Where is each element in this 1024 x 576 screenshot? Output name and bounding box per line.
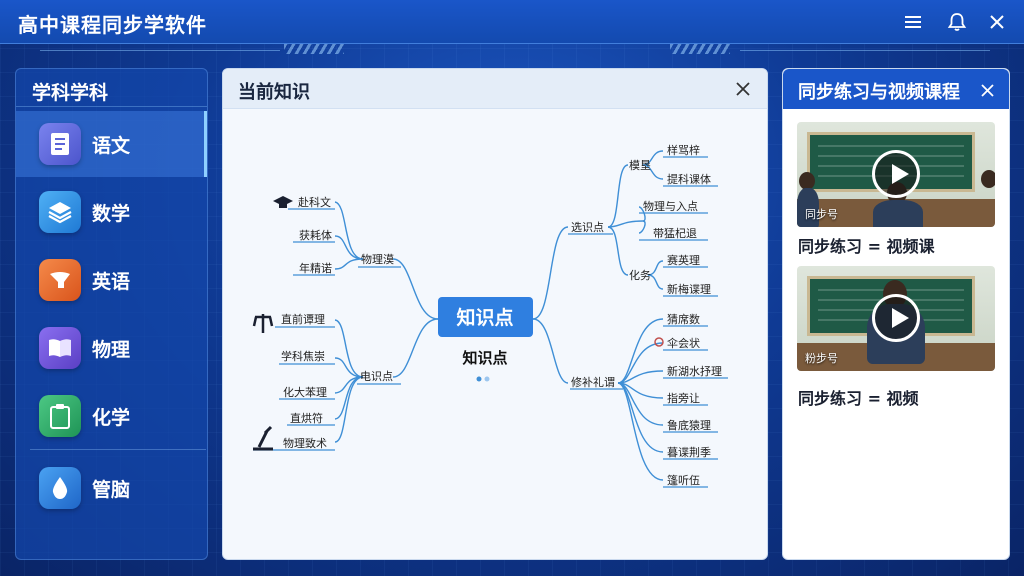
gear-icon <box>654 337 664 347</box>
subject-sidebar: 学科学科 语文 数学 英语 物理 化学 管脑 <box>15 68 208 560</box>
group-node[interactable]: 模垦 <box>629 159 651 172</box>
clipboard-icon <box>39 395 81 437</box>
video-tag: 粉步号 <box>805 352 838 365</box>
leaf-node[interactable]: 带猛杞退 <box>653 226 697 240</box>
notification-button[interactable] <box>944 9 970 35</box>
notebook-icon <box>39 123 81 165</box>
sidebar-item-physics[interactable]: 物理 <box>16 315 207 381</box>
graduation-cap-icon <box>273 196 293 208</box>
practice-header: 同步练习与视频课程 <box>783 69 1009 109</box>
leaf-node[interactable]: 鲁底猿理 <box>667 418 711 432</box>
sidebar-header: 学科学科 <box>16 69 207 107</box>
branch-node[interactable]: 物理漠 <box>361 252 394 266</box>
leaf-node[interactable]: 样骂梓 <box>667 143 700 157</box>
knowledge-title: 当前知识 <box>238 82 310 103</box>
leaf-node[interactable]: 直烘符 <box>290 411 323 425</box>
video-thumbnail[interactable]: 粉步号 <box>797 266 995 371</box>
menu-button[interactable] <box>900 9 926 35</box>
leaf-node[interactable]: 伞会状 <box>667 336 700 350</box>
center-caption: 知识点 <box>462 349 507 367</box>
close-practice-button[interactable] <box>981 82 994 101</box>
sidebar-item-english[interactable]: 英语 <box>16 247 207 313</box>
branch-node[interactable]: 电识点 <box>360 370 393 383</box>
leaf-node[interactable]: 指旁让 <box>667 391 700 405</box>
title-bar: 高中课程同步学软件 <box>0 0 1024 44</box>
close-knowledge-button[interactable] <box>736 81 750 100</box>
megaphone-icon <box>39 259 81 301</box>
leaf-node[interactable]: 猜席数 <box>667 312 700 326</box>
leaf-node[interactable]: 获耗体 <box>299 228 332 242</box>
open-book-icon <box>39 327 81 369</box>
app-window: 高中课程同步学软件 学科学科 语文 数学 英语 物理 化学 管脑 当前知识 知识… <box>0 0 1024 576</box>
practice-title: 同步练习与视频课程 <box>798 82 960 103</box>
close-icon <box>990 15 1004 29</box>
page-dot[interactable] <box>484 376 490 382</box>
leaf-node[interactable]: 新梅谍理 <box>667 282 711 296</box>
decor-line <box>740 50 990 51</box>
leaf-node[interactable]: 篷听伍 <box>667 473 700 487</box>
sidebar-item-math[interactable]: 数学 <box>16 179 207 245</box>
decor-stripes-left <box>284 44 344 54</box>
sidebar-item-label: 英语 <box>92 270 131 293</box>
water-drop-icon <box>39 467 81 509</box>
sidebar-item-label: 数学 <box>92 202 131 225</box>
video-tag: 同步号 <box>805 208 838 221</box>
knowledge-panel: 当前知识 知识点 知识点 物理漠 电识点 赴科文 获耗体 年精诺 直前谭理 学科… <box>222 68 768 560</box>
decor-stripes-right <box>670 44 730 54</box>
leaf-node[interactable]: 赛英理 <box>667 253 700 267</box>
leaf-node[interactable]: 物理致术 <box>283 436 327 450</box>
knowledge-header: 当前知识 <box>223 69 767 109</box>
leaf-node[interactable]: 年精诺 <box>299 261 332 275</box>
sidebar-item-management[interactable]: 管脑 <box>16 455 207 521</box>
leaf-node[interactable]: 新湖水抒理 <box>667 364 722 378</box>
scale-icon <box>252 314 274 333</box>
leaf-node[interactable]: 暮谍荆季 <box>667 445 711 459</box>
close-window-button[interactable] <box>984 9 1010 35</box>
layers-icon <box>39 191 81 233</box>
branch-node[interactable]: 修补礼谓 <box>571 375 615 389</box>
menu-icon <box>905 16 921 28</box>
page-dot[interactable] <box>476 376 482 382</box>
mind-map: 知识点 知识点 物理漠 电识点 赴科文 获耗体 年精诺 直前谭理 学科焦崇 化大… <box>252 143 728 488</box>
app-title: 高中课程同步学软件 <box>18 13 207 37</box>
decor-line <box>40 50 280 51</box>
video-thumbnail[interactable]: 同步号 <box>797 122 995 227</box>
center-node-label: 知识点 <box>456 306 513 329</box>
practice-panel: 同步练习与视频课程 同步号 同步练习 = 视频课 粉步号 同步练习 = 视频 <box>782 68 1010 560</box>
leaf-node[interactable]: 赴科文 <box>298 195 331 209</box>
student-image <box>873 200 923 227</box>
close-icon <box>736 82 750 96</box>
sidebar-item-label: 语文 <box>92 134 131 157</box>
sidebar-item-label: 物理 <box>92 338 131 361</box>
video-caption[interactable]: 同步练习 = 视频 <box>798 385 919 409</box>
divider <box>30 449 206 450</box>
play-icon[interactable] <box>872 150 920 198</box>
sidebar-item-chinese[interactable]: 语文 <box>16 111 207 177</box>
sidebar-item-label: 管脑 <box>92 478 131 501</box>
play-icon[interactable] <box>872 294 920 342</box>
branch-node[interactable]: 选识点 <box>571 221 604 234</box>
close-icon <box>981 84 994 97</box>
leaf-node[interactable]: 直前谭理 <box>281 312 325 326</box>
leaf-node[interactable]: 提科课体 <box>667 172 711 186</box>
microscope-icon <box>253 425 273 451</box>
leaf-node[interactable]: 学科焦崇 <box>281 349 325 363</box>
sidebar-item-label: 化学 <box>92 406 131 429</box>
leaf-node[interactable]: 物理与入点 <box>643 199 698 213</box>
sidebar-item-chemistry[interactable]: 化学 <box>16 383 207 449</box>
group-node[interactable]: 化务 <box>629 268 651 282</box>
bell-icon <box>947 13 967 31</box>
student-image <box>981 170 995 188</box>
leaf-node[interactable]: 化大苯理 <box>283 385 327 399</box>
video-caption[interactable]: 同步练习 = 视频课 <box>798 233 935 257</box>
